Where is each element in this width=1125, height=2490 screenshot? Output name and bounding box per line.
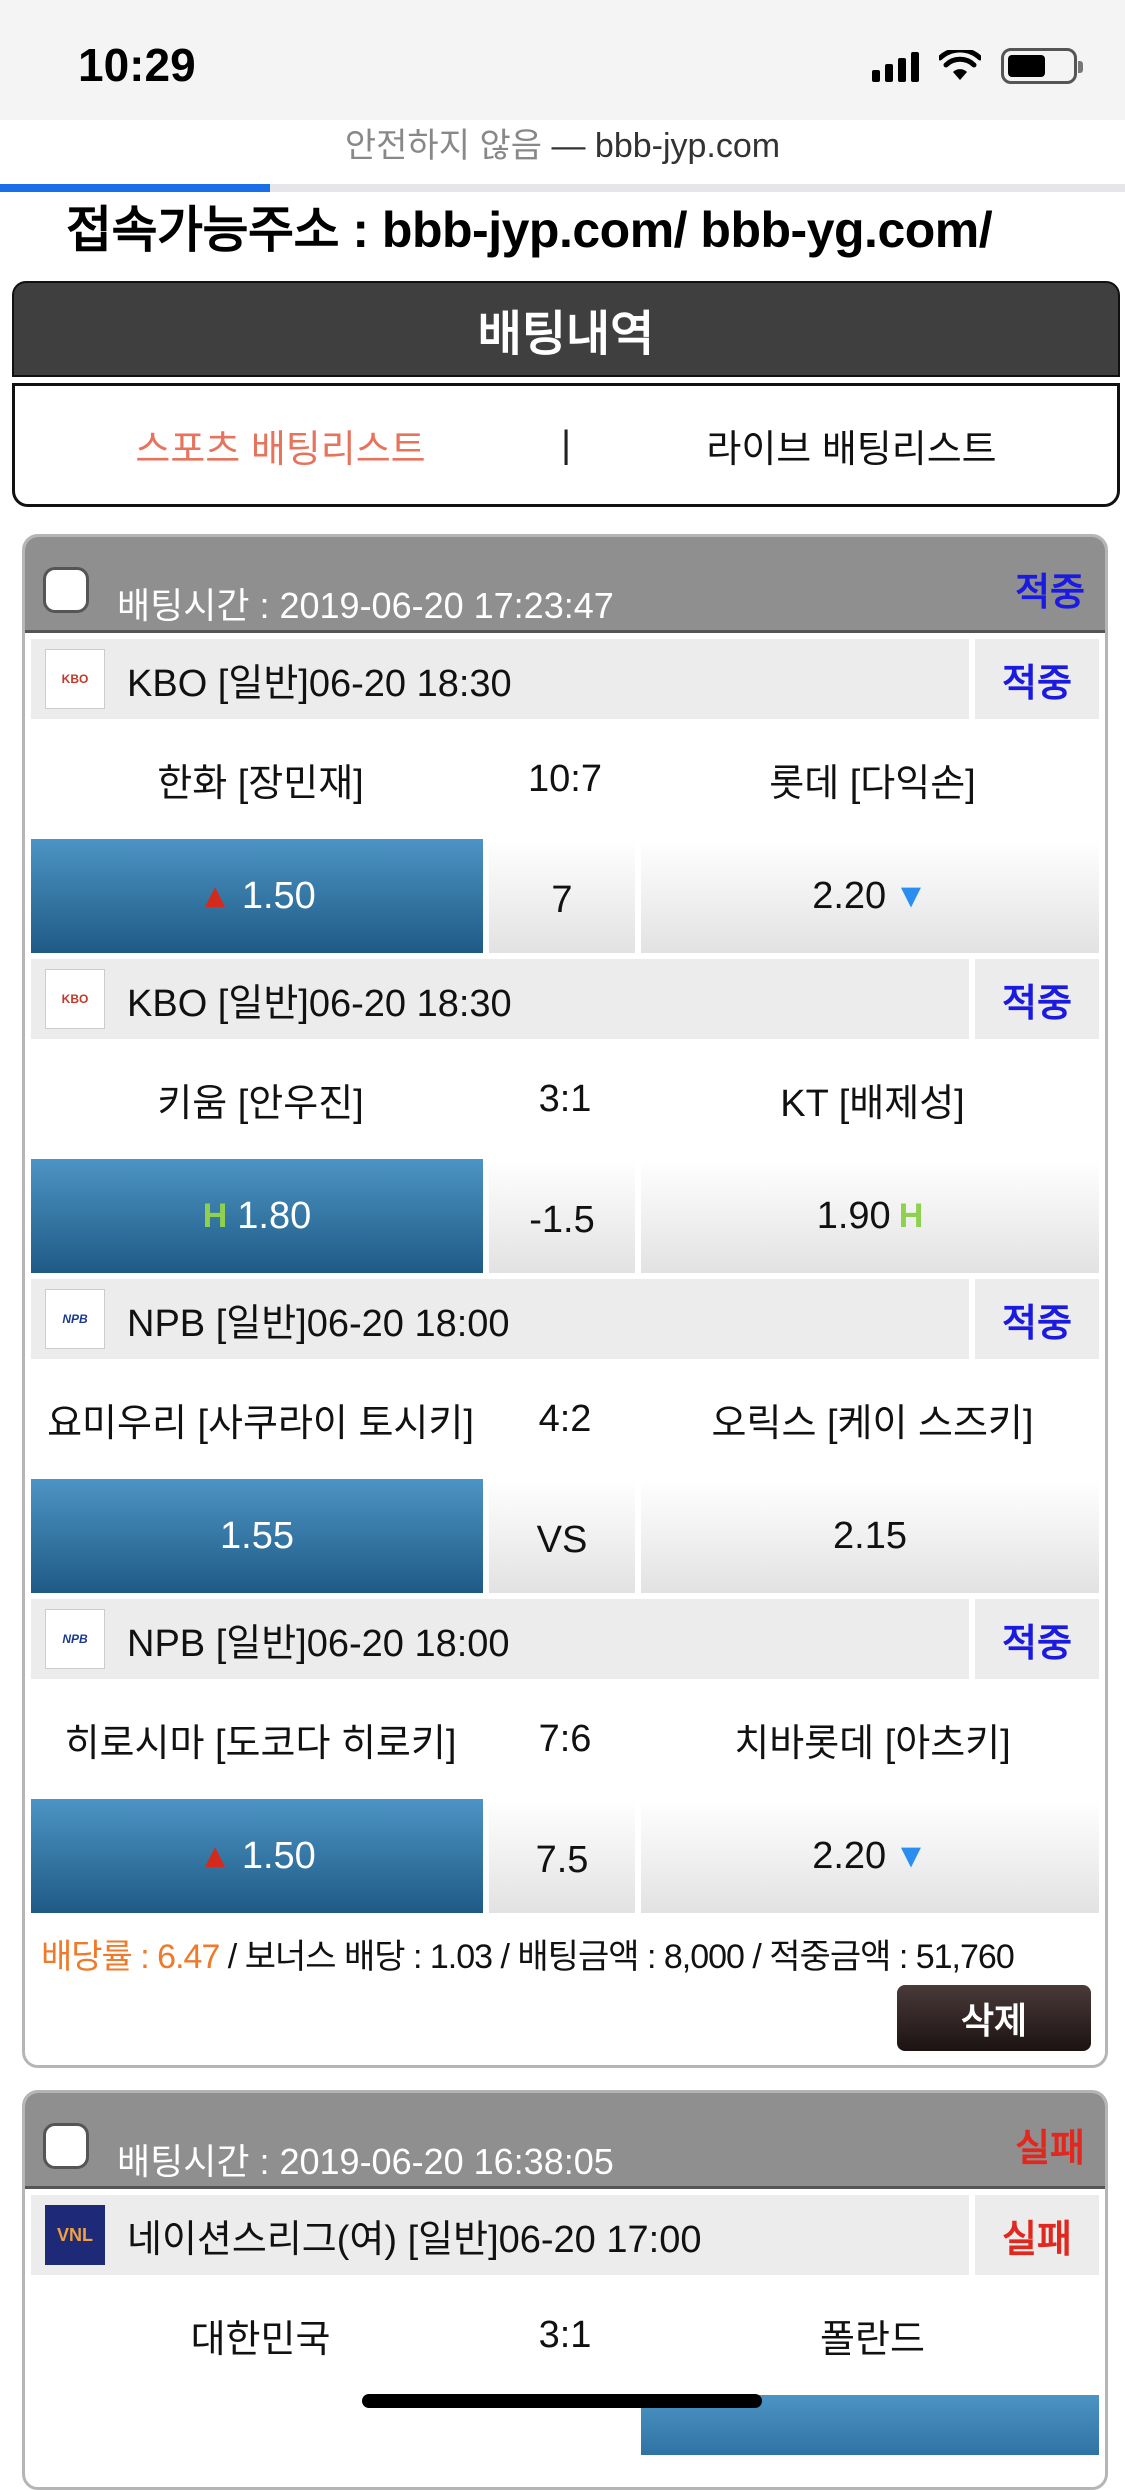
url-separator: — xyxy=(551,127,586,165)
home-team: 대한민국 xyxy=(190,2318,331,2361)
line-value: VS xyxy=(489,1479,635,1593)
away-odds: 2.20 ▼ xyxy=(641,1799,1099,1913)
bet-time: 배팅시간 : 2019-06-20 17:23:47 xyxy=(117,585,614,626)
handicap-icon: H xyxy=(898,1196,924,1235)
away-odds: 2.20 ▼ xyxy=(641,839,1099,953)
line-value: 7.5 xyxy=(489,1799,635,1913)
away-team: 롯데 [다익손] xyxy=(769,762,976,805)
tab-separator: | xyxy=(561,423,571,466)
away-odds-value: 2.20 xyxy=(812,874,887,917)
league-label: NPB [일반]06-20 18:00 xyxy=(127,1622,510,1665)
away-odds: 1.90 H xyxy=(641,1159,1099,1273)
home-odds-value: 1.55 xyxy=(220,1514,294,1557)
game-row: KBO KBO [일반]06-20 18:30 적중 키움 [안우진] 3:1 … xyxy=(25,959,1105,1273)
arrow-down-icon: ▼ xyxy=(894,876,928,915)
page-title: 배팅내역 xyxy=(12,281,1120,377)
url-bar[interactable]: 안전하지 않음 — bbb-jyp.com xyxy=(0,118,1125,167)
bet-card-header: 배팅시간 : 2019-06-20 16:38:05 실패 xyxy=(25,2093,1105,2189)
home-odds-selected: H 1.80 xyxy=(31,1159,483,1273)
away-team: 치바롯데 [아츠키] xyxy=(734,1722,1011,1765)
home-team: 한화 [장민재] xyxy=(157,762,364,805)
arrow-down-icon: ▼ xyxy=(894,1836,928,1875)
away-team: 폴란드 xyxy=(820,2318,925,2361)
away-odds-value: 2.20 xyxy=(812,1834,887,1877)
home-odds-value: 1.50 xyxy=(241,874,316,917)
game-result: 적중 xyxy=(975,639,1099,719)
home-team: 키움 [안우진] xyxy=(157,1082,364,1125)
away-odds-value: 2.15 xyxy=(833,1514,907,1557)
league-label: NPB [일반]06-20 18:00 xyxy=(127,1302,510,1345)
arrow-up-icon: ▲ xyxy=(198,876,232,915)
home-odds-value: 1.80 xyxy=(237,1194,312,1237)
home-team: 요미우리 [사쿠라이 토시키] xyxy=(47,1402,474,1445)
tab-sports-bets[interactable]: 스포츠 배팅리스트 xyxy=(15,418,546,473)
bet-result: 적중 xyxy=(1015,572,1085,614)
game-result: 실패 xyxy=(975,2195,1099,2275)
line-value: 7 xyxy=(489,839,635,953)
home-odds-value: 1.50 xyxy=(241,1834,316,1877)
away-odds-value: 1.90 xyxy=(816,1194,891,1237)
game-result: 적중 xyxy=(975,1279,1099,1359)
game-score: 3:1 xyxy=(538,1077,592,1120)
npb-logo-icon: NPB xyxy=(45,1289,105,1349)
league-label: KBO [일반]06-20 18:30 xyxy=(127,662,512,705)
home-odds-selected: ▲ 1.50 xyxy=(31,839,483,953)
status-icons xyxy=(872,48,1083,84)
league-label: KBO [일반]06-20 18:30 xyxy=(127,982,512,1025)
bet-summary: 배당률 : 6.47 / 보너스 배당 : 1.03 / 배팅금액 : 8,00… xyxy=(25,1913,1105,1979)
game-result: 적중 xyxy=(975,959,1099,1039)
away-team: KT [배제성] xyxy=(780,1082,965,1125)
url-domain: bbb-jyp.com xyxy=(594,127,781,165)
bet-time: 배팅시간 : 2019-06-20 16:38:05 xyxy=(117,2141,614,2182)
game-score: 3:1 xyxy=(538,2313,592,2356)
wifi-icon xyxy=(939,50,981,80)
checkbox-icon[interactable] xyxy=(43,2123,89,2169)
game-score: 7:6 xyxy=(538,1717,592,1760)
bet-card: 배팅시간 : 2019-06-20 17:23:47 적중 KBO KBO [일… xyxy=(22,534,1108,2068)
game-row: NPB NPB [일반]06-20 18:00 적중 히로시마 [도코다 히로키… xyxy=(25,1599,1105,1913)
game-row: NPB NPB [일반]06-20 18:00 적중 요미우리 [사쿠라이 토시… xyxy=(25,1279,1105,1593)
signal-icon xyxy=(872,50,919,82)
away-odds: 2.15 xyxy=(641,1479,1099,1593)
league-label: 네이션스리그(여) [일반]06-20 17:00 xyxy=(127,2218,702,2261)
bet-list-tabs: 스포츠 배팅리스트 | 라이브 배팅리스트 xyxy=(12,383,1120,507)
checkbox-icon[interactable] xyxy=(43,567,89,613)
summary-details: / 보너스 배당 : 1.03 / 배팅금액 : 8,000 / 적중금액 : … xyxy=(219,1938,1015,1976)
home-team: 히로시마 [도코다 히로키] xyxy=(64,1722,457,1765)
home-odds-selected: ▲ 1.50 xyxy=(31,1799,483,1913)
battery-icon xyxy=(1001,48,1083,84)
game-row: VNL 네이션스리그(여) [일반]06-20 17:00 실패 대한민국 3:… xyxy=(25,2195,1105,2455)
game-score: 10:7 xyxy=(528,757,602,800)
npb-logo-icon: NPB xyxy=(45,1609,105,1669)
game-result: 적중 xyxy=(975,1599,1099,1679)
arrow-up-icon: ▲ xyxy=(198,1836,232,1875)
status-bar: 10:29 안전하지 않음 — bbb-jyp.com xyxy=(0,0,1125,165)
home-odds-selected: 1.55 xyxy=(31,1479,483,1593)
vnl-logo-icon: VNL xyxy=(45,2205,105,2265)
odds-rate: 배당률 : 6.47 xyxy=(41,1938,220,1976)
insecure-label: 안전하지 않음 xyxy=(344,127,543,165)
status-time: 10:29 xyxy=(78,39,196,91)
notice-address: 접속가능주소 : bbb-jyp.com/ bbb-yg.com/ xyxy=(66,202,993,258)
bet-card-header: 배팅시간 : 2019-06-20 17:23:47 적중 xyxy=(25,537,1105,633)
line-value: -1.5 xyxy=(489,1159,635,1273)
kbo-logo-icon: KBO xyxy=(45,649,105,709)
game-row: KBO KBO [일반]06-20 18:30 적중 한화 [장민재] 10:7… xyxy=(25,639,1105,953)
bet-card: 배팅시간 : 2019-06-20 16:38:05 실패 VNL 네이션스리그… xyxy=(22,2090,1108,2490)
tab-live-bets[interactable]: 라이브 배팅리스트 xyxy=(586,418,1117,473)
game-score: 4:2 xyxy=(538,1397,592,1440)
delete-button[interactable]: 삭제 xyxy=(897,1985,1091,2051)
home-indicator xyxy=(362,2394,762,2408)
bet-result: 실패 xyxy=(1015,2128,1085,2170)
handicap-icon: H xyxy=(202,1196,228,1235)
away-team: 오릭스 [케이 스즈키] xyxy=(711,1402,1034,1445)
kbo-logo-icon: KBO xyxy=(45,969,105,1029)
